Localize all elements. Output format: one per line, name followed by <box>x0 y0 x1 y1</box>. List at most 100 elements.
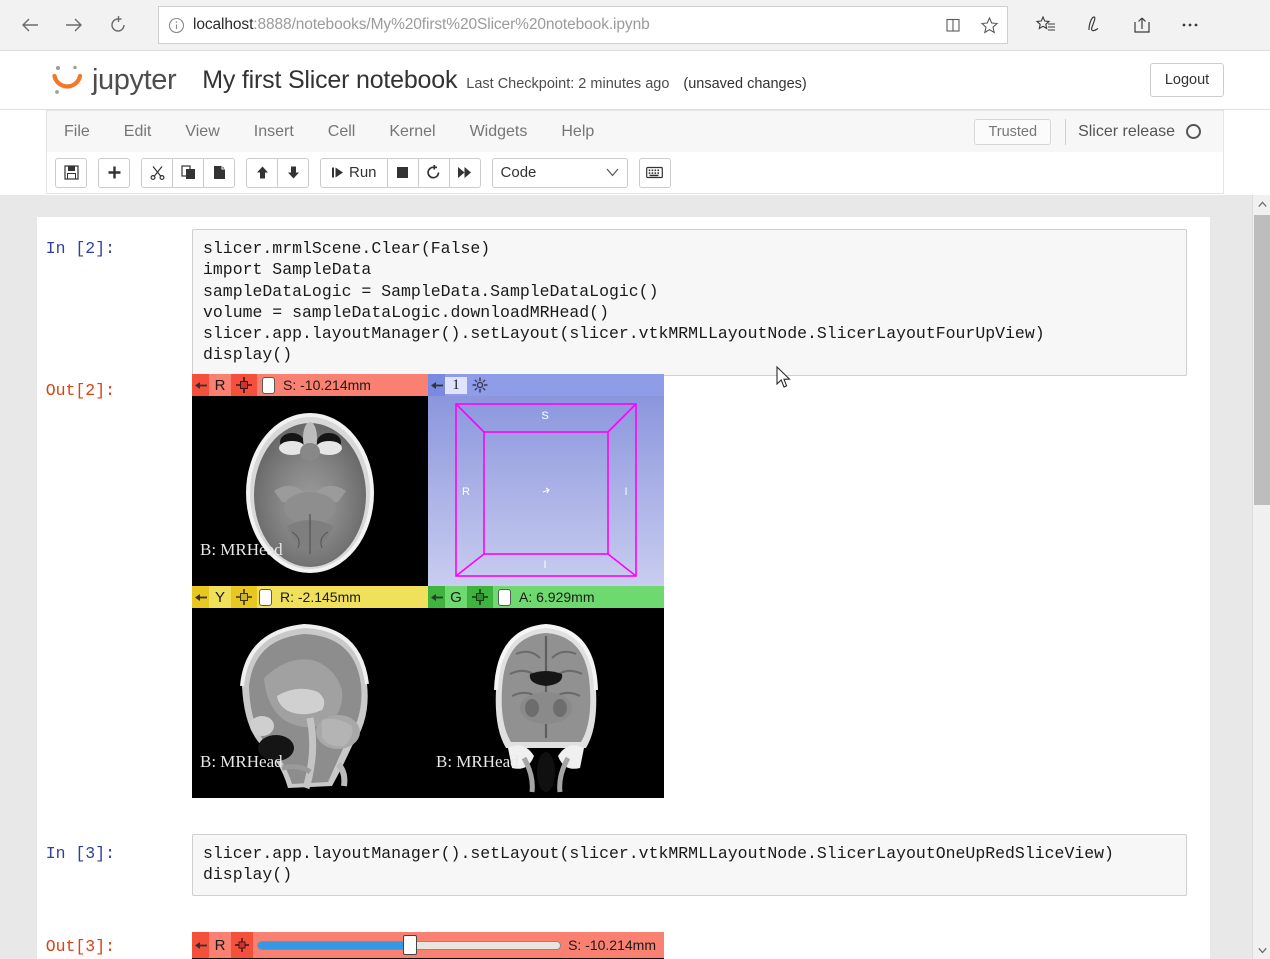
pin-icon[interactable] <box>192 586 209 608</box>
site-info-icon[interactable] <box>159 7 193 43</box>
browser-action-icons <box>1022 5 1214 45</box>
jupyter-wordmark[interactable]: jupyter <box>92 64 176 97</box>
slider-knob[interactable] <box>403 935 417 955</box>
kernel-idle-circle-icon <box>1186 124 1201 139</box>
crosshair-reticle-icon[interactable] <box>467 586 493 608</box>
url-text[interactable]: localhost:8888/notebooks/My%20first%20Sl… <box>193 16 935 34</box>
chevron-down-icon[interactable] <box>1253 941 1270 959</box>
crosshair-reticle-icon[interactable] <box>231 374 257 396</box>
address-bar[interactable]: localhost:8888/notebooks/My%20first%20Sl… <box>158 6 1008 44</box>
slice-view-green[interactable]: B: MRHead G A: 6.929mm <box>428 586 664 798</box>
menu-cell[interactable]: Cell <box>311 112 373 152</box>
slice-controller-oneup-red[interactable]: R S: -10.214mm <box>192 932 664 958</box>
slice-letter-red: R <box>209 377 231 394</box>
vertical-scrollbar[interactable] <box>1252 195 1270 959</box>
menu-kernel[interactable]: Kernel <box>372 112 452 152</box>
slider-fill <box>258 942 407 949</box>
scrollbar-thumb[interactable] <box>1254 215 1270 505</box>
slice-offset-red: S: -10.214mm <box>283 377 371 393</box>
run-button[interactable]: Run <box>320 158 388 188</box>
toolbar-group-insert <box>98 158 130 188</box>
menu-edit[interactable]: Edit <box>107 112 169 152</box>
pin-icon[interactable] <box>428 586 445 608</box>
back-button[interactable] <box>8 5 52 45</box>
chevron-up-icon[interactable] <box>1253 195 1270 213</box>
threed-render-area[interactable]: S R I I <box>428 396 664 586</box>
restart-circle-icon[interactable] <box>418 158 450 188</box>
visibility-toggle-icon[interactable] <box>498 589 511 606</box>
notebook-page: In [2]: slicer.mrmlScene.Clear(False) im… <box>37 217 1210 959</box>
crosshair-reticle-icon[interactable] <box>231 586 257 608</box>
slicer-oneup-red-view[interactable]: R S: -10.214mm <box>192 932 664 959</box>
arrow-up-icon[interactable] <box>246 158 278 188</box>
keyboard-icon[interactable] <box>639 158 671 188</box>
more-options-icon[interactable] <box>1166 5 1214 45</box>
toolbar-group-move <box>246 158 309 188</box>
slice-offset-slider[interactable] <box>257 932 561 958</box>
svg-text:S: S <box>541 410 548 422</box>
code-line: volume = sampleDataLogic.downloadMRHead(… <box>203 302 1176 323</box>
copy-icon[interactable] <box>172 158 204 188</box>
code-line: slicer.mrmlScene.Clear(False) <box>203 238 1176 259</box>
paste-icon[interactable] <box>203 158 235 188</box>
code-editor-in-2[interactable]: slicer.mrmlScene.Clear(False) import Sam… <box>192 229 1187 376</box>
jupyter-header: jupyter My first Slicer notebook Last Ch… <box>0 51 1270 110</box>
slice-controller-green[interactable]: G A: 6.929mm <box>428 586 664 608</box>
notebook-title[interactable]: My first Slicer notebook <box>202 66 457 95</box>
slice-view-yellow[interactable]: B: MRHead Y R: -2.145mm <box>192 586 428 798</box>
pin-icon[interactable] <box>192 932 209 958</box>
scissors-icon[interactable] <box>141 158 173 188</box>
slice-controller-red[interactable]: R S: -10.214mm <box>192 374 428 396</box>
pin-icon[interactable] <box>428 374 445 396</box>
slice-view-red[interactable]: B: MRHead R S: -10.214mm <box>192 374 428 586</box>
svg-text:R: R <box>462 486 470 498</box>
reading-view-icon[interactable] <box>935 7 971 43</box>
jupyter-toolbar: Run Code <box>46 152 1224 194</box>
share-icon[interactable] <box>1118 5 1166 45</box>
threed-view-1[interactable]: S R I I 1 <box>428 374 664 586</box>
notebook-scroll-area[interactable]: In [2]: slicer.mrmlScene.Clear(False) im… <box>0 195 1270 959</box>
save-floppy-icon[interactable] <box>55 158 87 188</box>
menu-insert[interactable]: Insert <box>237 112 311 152</box>
code-line: display() <box>203 344 1176 365</box>
menu-help[interactable]: Help <box>544 112 611 152</box>
code-line: display() <box>203 864 1176 885</box>
toolbar-group-run: Run <box>320 158 481 188</box>
menu-view[interactable]: View <box>168 112 236 152</box>
logout-button[interactable]: Logout <box>1150 63 1224 97</box>
star-icon[interactable] <box>971 7 1007 43</box>
kernel-name-label: Slicer release <box>1078 123 1175 141</box>
refresh-button[interactable] <box>96 5 140 45</box>
chevron-down-icon <box>606 168 619 177</box>
menu-widgets[interactable]: Widgets <box>453 112 545 152</box>
slicer-fourup-view[interactable]: B: MRHead R S: -10.214mm <box>192 374 664 798</box>
cell-type-value: Code <box>501 164 537 181</box>
code-line: import SampleData <box>203 259 1176 280</box>
web-note-pen-icon[interactable] <box>1070 5 1118 45</box>
center-view-icon[interactable] <box>467 374 493 396</box>
jupyter-menubar: File Edit View Insert Cell Kernel Widget… <box>46 110 1224 152</box>
code-editor-in-3[interactable]: slicer.app.layoutManager().setLayout(sli… <box>192 834 1187 896</box>
threed-view-number: 1 <box>445 377 467 394</box>
slice-letter-yellow: Y <box>209 589 231 606</box>
pin-icon[interactable] <box>192 374 209 396</box>
plus-icon[interactable] <box>98 158 130 188</box>
cell-type-select[interactable]: Code <box>492 158 628 188</box>
jupyter-logo-icon[interactable] <box>50 62 86 98</box>
stop-square-icon[interactable] <box>387 158 419 188</box>
arrow-down-icon[interactable] <box>277 158 309 188</box>
slice-controller-yellow[interactable]: Y R: -2.145mm <box>192 586 428 608</box>
visibility-toggle-icon[interactable] <box>259 589 272 606</box>
forward-button[interactable] <box>52 5 96 45</box>
crosshair-reticle-icon[interactable] <box>231 932 253 958</box>
code-cell-in-2[interactable]: In [2]: slicer.mrmlScene.Clear(False) im… <box>37 217 1210 362</box>
fast-forward-icon[interactable] <box>449 158 481 188</box>
threed-controller[interactable]: 1 <box>428 374 664 396</box>
code-cell-in-3[interactable]: In [3]: slicer.app.layoutManager().setLa… <box>37 822 1210 880</box>
toolbar-group-palette <box>639 158 671 188</box>
favorites-list-icon[interactable] <box>1022 5 1070 45</box>
menu-file[interactable]: File <box>47 112 107 152</box>
visibility-toggle-icon[interactable] <box>262 377 275 394</box>
volume-label-green: B: MRHead <box>436 752 519 772</box>
volume-label-red: B: MRHead <box>200 540 283 560</box>
